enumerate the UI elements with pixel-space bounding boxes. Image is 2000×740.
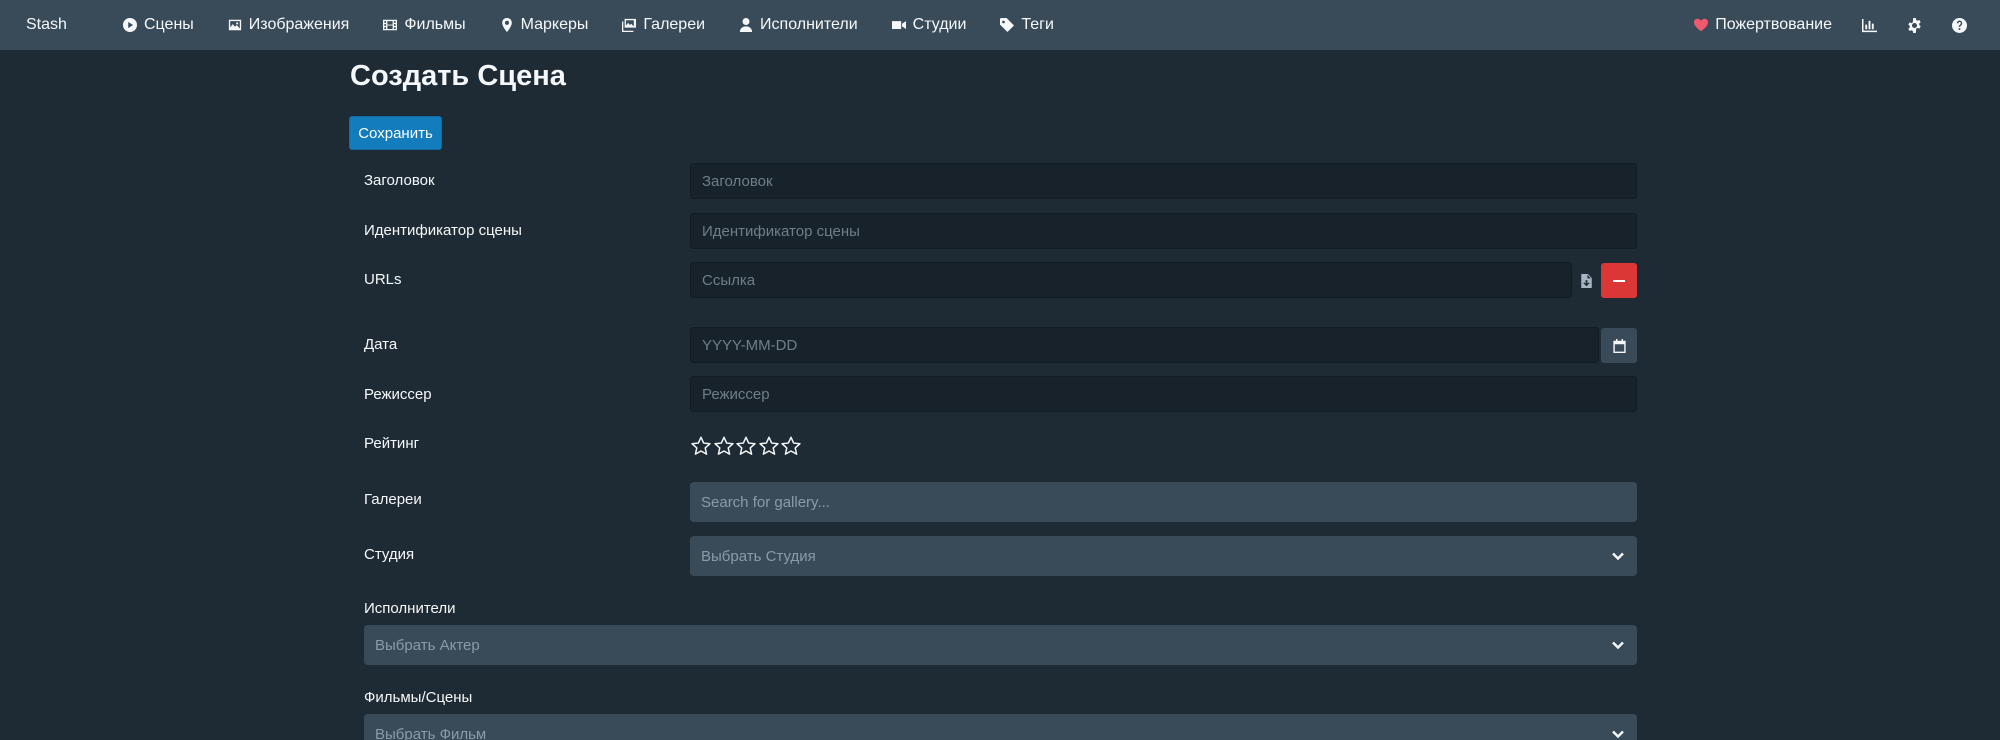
star-outline-icon xyxy=(781,436,801,455)
rating-label: Рейтинг xyxy=(364,435,420,452)
director-label: Режиссер xyxy=(364,386,432,403)
scene-code-label: Идентификатор сцены xyxy=(364,222,522,239)
movies-select[interactable]: Выбрать Фильм xyxy=(364,714,1637,740)
studio-placeholder: Выбрать Студия xyxy=(701,547,816,565)
chevron-down-icon xyxy=(1611,638,1625,652)
star-1-button[interactable] xyxy=(690,435,712,457)
video-icon xyxy=(891,21,906,29)
gear-icon xyxy=(1908,17,1921,33)
help-icon xyxy=(1952,17,1967,33)
settings-button[interactable] xyxy=(1892,0,1937,50)
nav-item-label: Маркеры xyxy=(520,16,589,33)
remove-url-button[interactable] xyxy=(1601,263,1637,298)
nav-item-label: Фильмы xyxy=(404,16,466,33)
nav-item-label: Теги xyxy=(1021,16,1054,33)
star-outline-icon xyxy=(736,436,756,455)
navbar-right: Пожертвование xyxy=(1679,0,1982,50)
nav-item-label: Сцены xyxy=(144,16,194,33)
nav-item-galleries[interactable]: Галереи xyxy=(605,0,722,50)
url-input[interactable]: Ссылка xyxy=(690,262,1572,298)
star-outline-icon xyxy=(713,436,734,455)
star-outline-icon xyxy=(758,436,779,455)
images-icon xyxy=(622,18,637,32)
scrape-url-button[interactable] xyxy=(1572,263,1600,299)
tag-icon xyxy=(1000,18,1015,32)
performers-label: Исполнители xyxy=(364,600,456,617)
nav-item-label: Изображения xyxy=(248,16,350,33)
stats-chart-icon xyxy=(1862,18,1877,32)
nav-item-tags[interactable]: Теги xyxy=(983,0,1071,50)
date-input[interactable]: YYYY-MM-DD xyxy=(690,327,1599,363)
scene-code-input[interactable]: Идентификатор сцены xyxy=(690,213,1637,249)
nav-item-studios[interactable]: Студии xyxy=(875,0,984,50)
nav-item-markers[interactable]: Маркеры xyxy=(483,0,606,50)
nav-item-label: Студии xyxy=(912,16,967,33)
star-outline-icon xyxy=(691,436,711,455)
galleries-label: Галереи xyxy=(364,491,422,508)
donate-link[interactable]: Пожертвование xyxy=(1679,0,1847,50)
date-picker-button[interactable] xyxy=(1601,328,1637,363)
top-navbar: Stash Сцены Изображения Фильмы Маркеры Г… xyxy=(0,0,2000,50)
chevron-down-icon xyxy=(1611,727,1625,740)
help-button[interactable] xyxy=(1937,0,1982,50)
film-icon xyxy=(383,19,398,31)
nav-item-performers[interactable]: Исполнители xyxy=(722,0,875,50)
donate-label: Пожертвование xyxy=(1715,16,1832,33)
calendar-icon xyxy=(1612,338,1626,353)
brand-link[interactable]: Stash xyxy=(26,16,106,34)
minus-icon xyxy=(1613,279,1625,282)
title-input[interactable]: Заголовок xyxy=(690,163,1637,199)
stats-button[interactable] xyxy=(1847,0,1892,50)
date-label: Дата xyxy=(364,336,398,353)
studio-label: Студия xyxy=(364,546,415,563)
user-icon xyxy=(739,18,753,32)
galleries-placeholder: Search for gallery... xyxy=(701,493,830,511)
rating-stars xyxy=(690,435,803,457)
nav-item-label: Исполнители xyxy=(760,16,858,33)
nav-item-movies[interactable]: Фильмы xyxy=(366,0,482,50)
title-label: Заголовок xyxy=(364,172,435,189)
star-2-button[interactable] xyxy=(713,435,735,457)
director-input[interactable]: Режиссер xyxy=(690,376,1637,412)
save-button[interactable]: Сохранить xyxy=(349,116,442,150)
studio-select[interactable]: Выбрать Студия xyxy=(690,536,1637,576)
urls-label: URLs xyxy=(364,271,402,288)
nav-item-label: Галереи xyxy=(643,16,706,33)
performers-select[interactable]: Выбрать Актер xyxy=(364,625,1637,665)
chevron-down-icon xyxy=(1611,549,1625,563)
performers-placeholder: Выбрать Актер xyxy=(375,636,480,654)
movies-placeholder: Выбрать Фильм xyxy=(375,725,487,740)
movies-label: Фильмы/Сцены xyxy=(364,689,473,706)
galleries-select[interactable]: Search for gallery... xyxy=(690,482,1637,522)
heart-icon xyxy=(1694,18,1709,32)
file-download-icon xyxy=(1580,274,1592,288)
page-title: Создать Сцена xyxy=(350,60,566,92)
star-3-button[interactable] xyxy=(735,435,757,457)
play-circle-icon xyxy=(123,18,137,32)
nav-item-images[interactable]: Изображения xyxy=(211,0,367,50)
nav-item-scenes[interactable]: Сцены xyxy=(106,0,211,50)
image-icon xyxy=(228,19,241,31)
star-5-button[interactable] xyxy=(780,435,802,457)
map-marker-icon xyxy=(501,18,512,32)
star-4-button[interactable] xyxy=(758,435,780,457)
